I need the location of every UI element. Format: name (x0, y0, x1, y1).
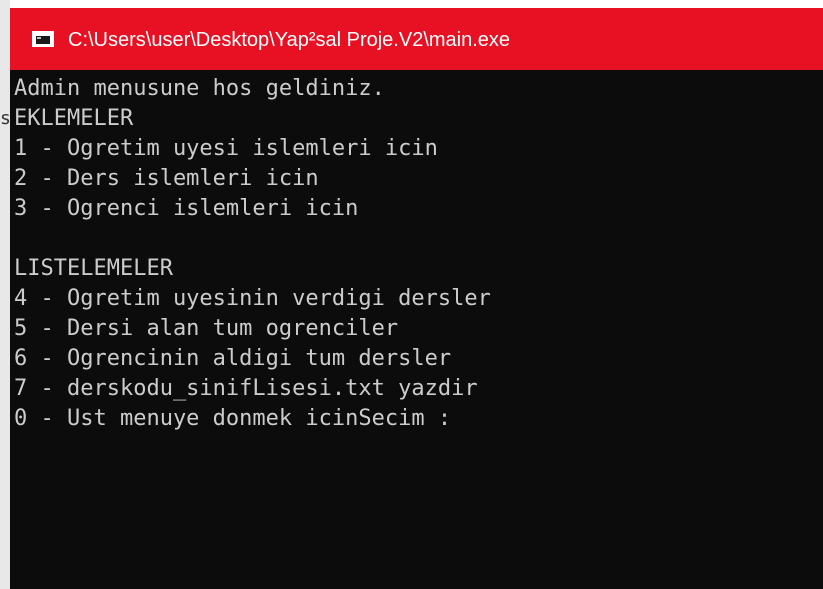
console-app-icon-cursor (37, 37, 41, 39)
console-line-option-7: 7 - derskodu_sinifLisesi.txt yazdir (14, 376, 478, 401)
console-line-eklemeler-header: EKLEMELER (14, 106, 134, 131)
console-line-option-6: 6 - Ogrencinin aldigi tum dersler (14, 346, 452, 371)
console-line-option-0-prompt: 0 - Ust menuye donmek icinSecim : (14, 406, 452, 431)
console-app-icon (32, 31, 54, 47)
console-line-option-4: 4 - Ogretim uyesinin verdigi dersler (14, 286, 491, 311)
console-output-area[interactable]: Admin menusune hos geldiniz. EKLEMELER 1… (10, 72, 823, 589)
console-line-option-3: 3 - Ogrenci islemleri icin (14, 196, 359, 221)
console-line-option-2: 2 - Ders islemleri icin (14, 166, 319, 191)
background-window-strip (0, 0, 10, 589)
console-line-option-1: 1 - Ogretim uyesi islemleri icin (14, 136, 438, 161)
window-title: C:\Users\user\Desktop\Yap²sal Proje.V2\m… (68, 29, 511, 51)
background-window-text-fragment: s (0, 108, 10, 129)
console-line-welcome: Admin menusune hos geldiniz. (14, 76, 385, 101)
console-window: s C:\Users\user\Desktop\Yap²sal Proje.V2… (0, 0, 823, 589)
console-line-option-5: 5 - Dersi alan tum ogrenciler (14, 316, 399, 341)
title-bar-top-edge (10, 0, 823, 8)
console-line-listelemeler-header: LISTELEMELER (14, 256, 173, 281)
